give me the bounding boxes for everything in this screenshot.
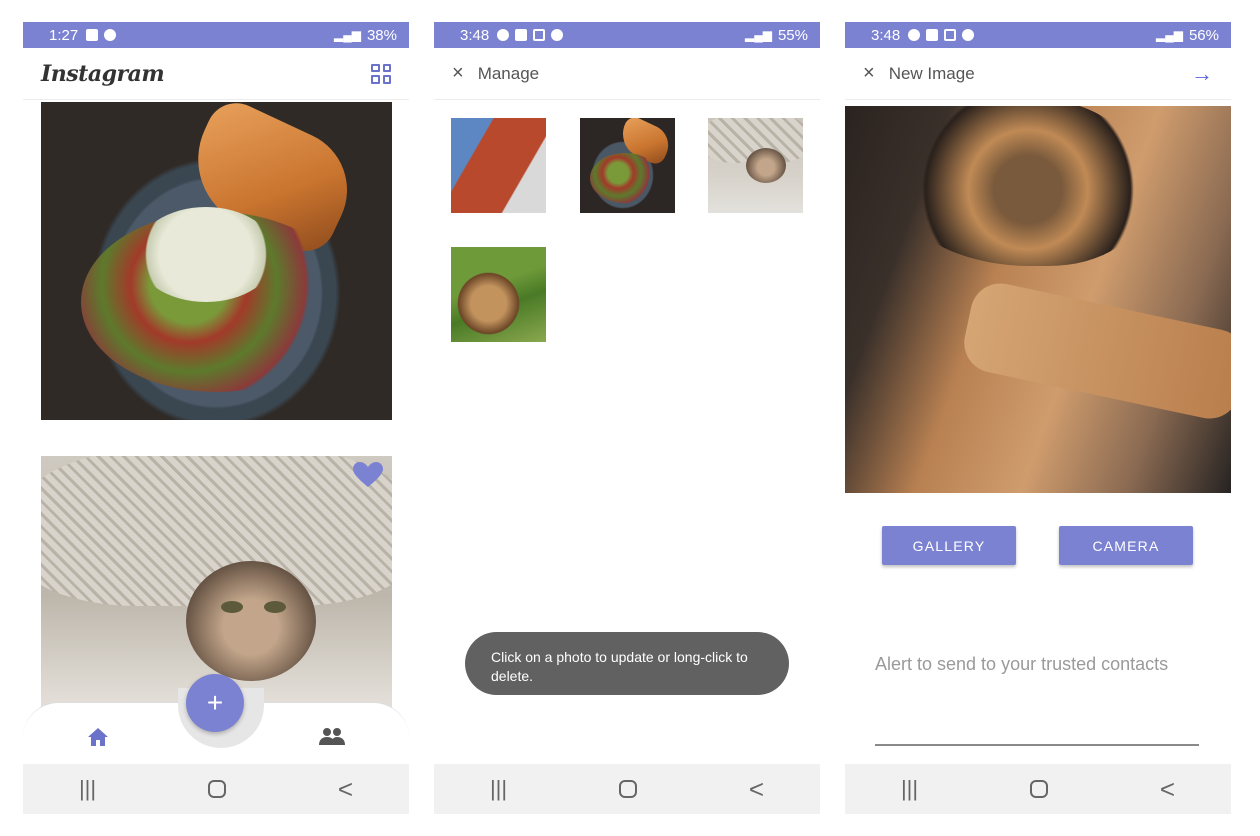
status-time: 3:48 [460,26,490,44]
system-back-button[interactable]: < [1160,774,1175,805]
system-navigation-bar: ||| < [434,764,820,814]
photo-thumbnail-cat[interactable] [708,118,803,213]
recents-button[interactable]: ||| [901,776,918,802]
gallery-button[interactable]: GALLERY [882,526,1016,565]
battery-level: 38% [366,26,397,44]
people-icon[interactable] [319,727,345,745]
grid-icon[interactable] [371,63,391,84]
battery-level: 56% [1188,26,1219,44]
selected-image-preview [845,106,1231,493]
status-bar: 3:48 ▂▄▆ 56% [845,22,1231,48]
recents-button[interactable]: ||| [79,776,96,802]
add-post-button[interactable]: + [186,674,244,732]
food-photo[interactable] [41,102,392,420]
status-time: 1:27 [49,26,79,44]
app-notification-icon [497,29,510,41]
photo-thumbnail-bridge[interactable] [451,118,546,213]
instagram-notification-icon [944,29,957,41]
system-home-button[interactable] [618,780,637,798]
notification-icons [497,29,564,41]
app-notification-icon [908,29,921,41]
system-back-button[interactable]: < [338,774,353,805]
system-icons: ▂▄▆ 55% [745,27,808,44]
messenger-notification-icon [962,29,975,41]
app-logo: Instagram [41,60,165,87]
system-home-button[interactable] [1029,780,1048,798]
page-title: Manage [477,63,540,83]
plus-icon: + [206,687,224,718]
feed-screen: 1:27 ▂▄▆ 38% Instagram + ||| < [23,22,409,814]
system-icons: ▂▄▆ 38% [334,27,397,44]
status-time: 3:48 [871,26,901,44]
toast-message: Click on a photo to update or long-click… [465,632,789,695]
app-bar: × Manage [434,48,820,100]
signal-icon: ▂▄▆ [745,28,772,42]
arrow-right-icon[interactable]: → [1191,61,1213,87]
signal-icon: ▂▄▆ [1156,28,1183,42]
system-navigation-bar: ||| < [23,764,409,814]
new-image-screen: 3:48 ▂▄▆ 56% × New Image → GALLERY CAMER… [845,22,1231,814]
linkedin-notification-icon [515,29,528,41]
system-home-button[interactable] [207,780,226,798]
close-icon[interactable]: × [452,62,464,85]
instagram-notification-icon [533,29,546,41]
heart-icon[interactable] [353,462,383,488]
battery-level: 55% [777,26,808,44]
photo-thumbnail-food[interactable] [580,118,675,213]
app-bar: Instagram [23,48,409,100]
system-back-button[interactable]: < [749,774,764,805]
app-bar: × New Image → [845,48,1231,100]
linkedin-notification-icon [926,29,939,41]
home-icon[interactable] [87,727,109,747]
system-icons: ▂▄▆ 56% [1156,27,1219,44]
status-bar: 1:27 ▂▄▆ 38% [23,22,409,48]
manage-screen: 3:48 ▂▄▆ 55% × Manage Click on a photo t… [434,22,820,814]
close-icon[interactable]: × [863,62,875,85]
page-title: New Image [888,63,975,83]
photo-thumbnail-dog[interactable] [451,247,546,342]
system-navigation-bar: ||| < [845,764,1231,814]
chat-notification-icon [86,29,99,41]
messenger-notification-icon [551,29,564,41]
messenger-notification-icon [104,29,117,41]
recents-button[interactable]: ||| [490,776,507,802]
signal-icon: ▂▄▆ [334,28,361,42]
status-bar: 3:48 ▂▄▆ 55% [434,22,820,48]
notification-icons [86,29,117,41]
camera-button[interactable]: CAMERA [1059,526,1193,565]
alert-message-input[interactable]: Alert to send to your trusted contacts [875,652,1199,746]
notification-icons [908,29,975,41]
